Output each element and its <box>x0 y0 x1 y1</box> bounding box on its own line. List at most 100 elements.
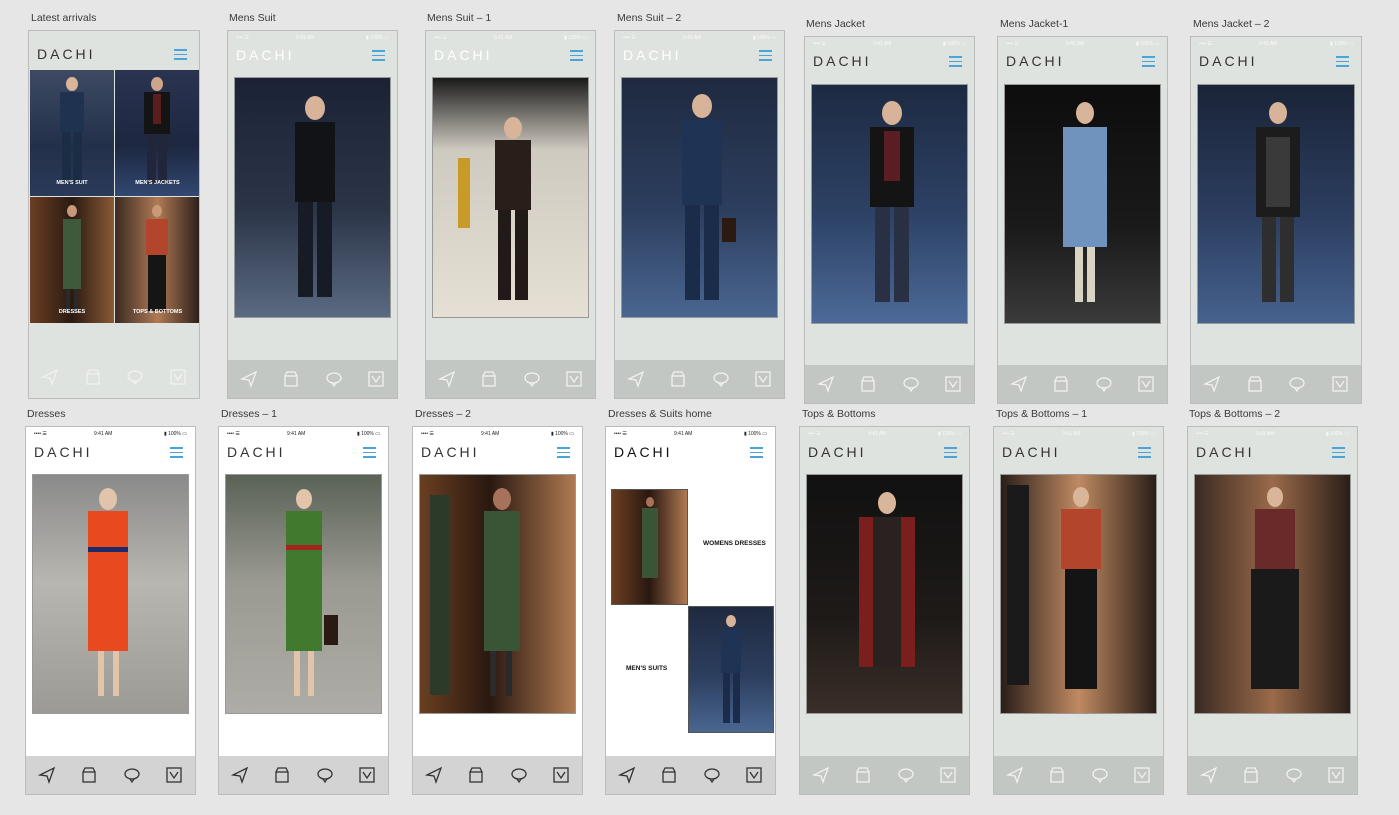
chat-icon[interactable] <box>123 766 141 784</box>
product-photo[interactable] <box>32 474 189 714</box>
checkbox-icon[interactable] <box>552 766 570 784</box>
artboard-tops-bottoms-1[interactable]: •••• ☰ 9:41 AM ▮ 100% ▭ DACHI <box>993 426 1164 795</box>
store-icon[interactable] <box>1048 766 1066 784</box>
store-icon[interactable] <box>660 766 678 784</box>
checkbox-icon[interactable] <box>165 766 183 784</box>
chat-icon[interactable] <box>523 370 541 388</box>
send-icon[interactable] <box>618 766 636 784</box>
store-icon[interactable] <box>480 370 498 388</box>
store-icon[interactable] <box>854 766 872 784</box>
chat-icon[interactable] <box>1285 766 1303 784</box>
send-icon[interactable] <box>425 766 443 784</box>
product-photo[interactable] <box>1194 474 1351 714</box>
hamburger-menu-icon[interactable] <box>557 447 570 458</box>
category-tile[interactable]: MEN'S SUIT <box>30 70 114 196</box>
hamburger-menu-icon[interactable] <box>1336 56 1349 67</box>
artboard-mens-suit[interactable]: •••• ☰ 9:41 AM ▮ 100% ▭ DACHI <box>227 30 398 399</box>
chat-icon[interactable] <box>1288 375 1306 393</box>
product-photo[interactable] <box>621 77 778 318</box>
send-icon[interactable] <box>38 766 56 784</box>
checkbox-icon[interactable] <box>1327 766 1345 784</box>
chat-icon[interactable] <box>902 375 920 393</box>
send-icon[interactable] <box>817 375 835 393</box>
artboard-mens-jacket-2[interactable]: •••• ☰ 9:41 AM ▮ 100% ▭ DACHI <box>1190 36 1362 404</box>
store-icon[interactable] <box>669 370 687 388</box>
hamburger-menu-icon[interactable] <box>1138 447 1151 458</box>
artboard-dresses[interactable]: •••• ☰ 9:41 AM ▮ 100% ▭ DACHI <box>25 426 196 795</box>
chat-icon[interactable] <box>703 766 721 784</box>
hamburger-menu-icon[interactable] <box>750 447 763 458</box>
product-photo[interactable] <box>419 474 576 714</box>
artboard-dresses-suits-home[interactable]: •••• ☰ 9:41 AM ▮ 100% ▭ DACHI WOMENS DRESS… <box>605 426 776 795</box>
chat-icon[interactable] <box>325 370 343 388</box>
category-tile[interactable]: DRESSES <box>30 197 114 323</box>
checkbox-icon[interactable] <box>1137 375 1155 393</box>
hamburger-menu-icon[interactable] <box>363 447 376 458</box>
product-photo[interactable] <box>811 84 968 324</box>
hamburger-menu-icon[interactable] <box>170 447 183 458</box>
product-photo[interactable] <box>432 77 589 318</box>
store-icon[interactable] <box>84 368 102 386</box>
hamburger-menu-icon[interactable] <box>759 50 772 61</box>
chat-icon[interactable] <box>712 370 730 388</box>
send-icon[interactable] <box>240 370 258 388</box>
store-icon[interactable] <box>1052 375 1070 393</box>
send-icon[interactable] <box>812 766 830 784</box>
artboard-tops-bottoms[interactable]: •••• ☰ 9:41 AM ▮ 100% ▭ DACHI <box>799 426 970 795</box>
store-icon[interactable] <box>1242 766 1260 784</box>
product-photo[interactable] <box>234 77 391 318</box>
chat-icon[interactable] <box>316 766 334 784</box>
checkbox-icon[interactable] <box>358 766 376 784</box>
checkbox-icon[interactable] <box>367 370 385 388</box>
hamburger-menu-icon[interactable] <box>1332 447 1345 458</box>
checkbox-icon[interactable] <box>939 766 957 784</box>
chat-icon[interactable] <box>126 368 144 386</box>
send-icon[interactable] <box>627 370 645 388</box>
artboard-mens-suit-1[interactable]: •••• ☰ 9:41 AM ▮ 100% ▭ DACHI <box>425 30 596 399</box>
artboard-mens-suit-2[interactable]: •••• ☰ 9:41 AM ▮ 100% ▭ DACHI <box>614 30 785 399</box>
checkbox-icon[interactable] <box>169 368 187 386</box>
store-icon[interactable] <box>273 766 291 784</box>
chat-icon[interactable] <box>1095 375 1113 393</box>
category-tile[interactable]: MEN'S JACKETS <box>115 70 199 196</box>
checkbox-icon[interactable] <box>1133 766 1151 784</box>
checkbox-icon[interactable] <box>1331 375 1349 393</box>
artboard-mens-jacket-1[interactable]: •••• ☰ 9:41 AM ▮ 100% ▭ DACHI <box>997 36 1168 404</box>
store-icon[interactable] <box>282 370 300 388</box>
chat-icon[interactable] <box>897 766 915 784</box>
send-icon[interactable] <box>1006 766 1024 784</box>
send-icon[interactable] <box>231 766 249 784</box>
mens-suits-link[interactable]: MEN'S SUITS <box>626 665 667 672</box>
send-icon[interactable] <box>438 370 456 388</box>
dresses-thumbnail[interactable] <box>611 489 688 605</box>
send-icon[interactable] <box>41 368 59 386</box>
category-tile[interactable]: TOPS & BOTTOMS <box>115 197 199 323</box>
checkbox-icon[interactable] <box>944 375 962 393</box>
product-photo[interactable] <box>806 474 963 714</box>
product-photo[interactable] <box>1000 474 1157 714</box>
hamburger-menu-icon[interactable] <box>949 56 962 67</box>
hamburger-menu-icon[interactable] <box>570 50 583 61</box>
artboard-dresses-2[interactable]: •••• ☰ 9:41 AM ▮ 100% ▭ DACHI <box>412 426 583 795</box>
product-photo[interactable] <box>225 474 382 714</box>
checkbox-icon[interactable] <box>754 370 772 388</box>
artboard-tops-bottoms-2[interactable]: •••• ☰ 9:41 AM ▮ 100% ▭ DACHI <box>1187 426 1358 795</box>
product-photo[interactable] <box>1004 84 1161 324</box>
artboard-mens-jacket[interactable]: •••• ☰ 9:41 AM ▮ 100% ▭ DACHI <box>804 36 975 404</box>
store-icon[interactable] <box>859 375 877 393</box>
send-icon[interactable] <box>1010 375 1028 393</box>
store-icon[interactable] <box>467 766 485 784</box>
store-icon[interactable] <box>80 766 98 784</box>
suits-thumbnail[interactable] <box>688 606 774 733</box>
chat-icon[interactable] <box>1091 766 1109 784</box>
artboard-latest-arrivals[interactable]: DACHI MEN'S SUIT MEN'S JACKETS DRESSES T… <box>28 30 200 399</box>
checkbox-icon[interactable] <box>745 766 763 784</box>
hamburger-menu-icon[interactable] <box>944 447 957 458</box>
send-icon[interactable] <box>1200 766 1218 784</box>
checkbox-icon[interactable] <box>565 370 583 388</box>
artboard-dresses-1[interactable]: •••• ☰ 9:41 AM ▮ 100% ▭ DACHI <box>218 426 389 795</box>
womens-dresses-link[interactable]: WOMENS DRESSES <box>703 540 766 547</box>
product-photo[interactable] <box>1197 84 1355 324</box>
send-icon[interactable] <box>1203 375 1221 393</box>
hamburger-menu-icon[interactable] <box>174 49 187 60</box>
